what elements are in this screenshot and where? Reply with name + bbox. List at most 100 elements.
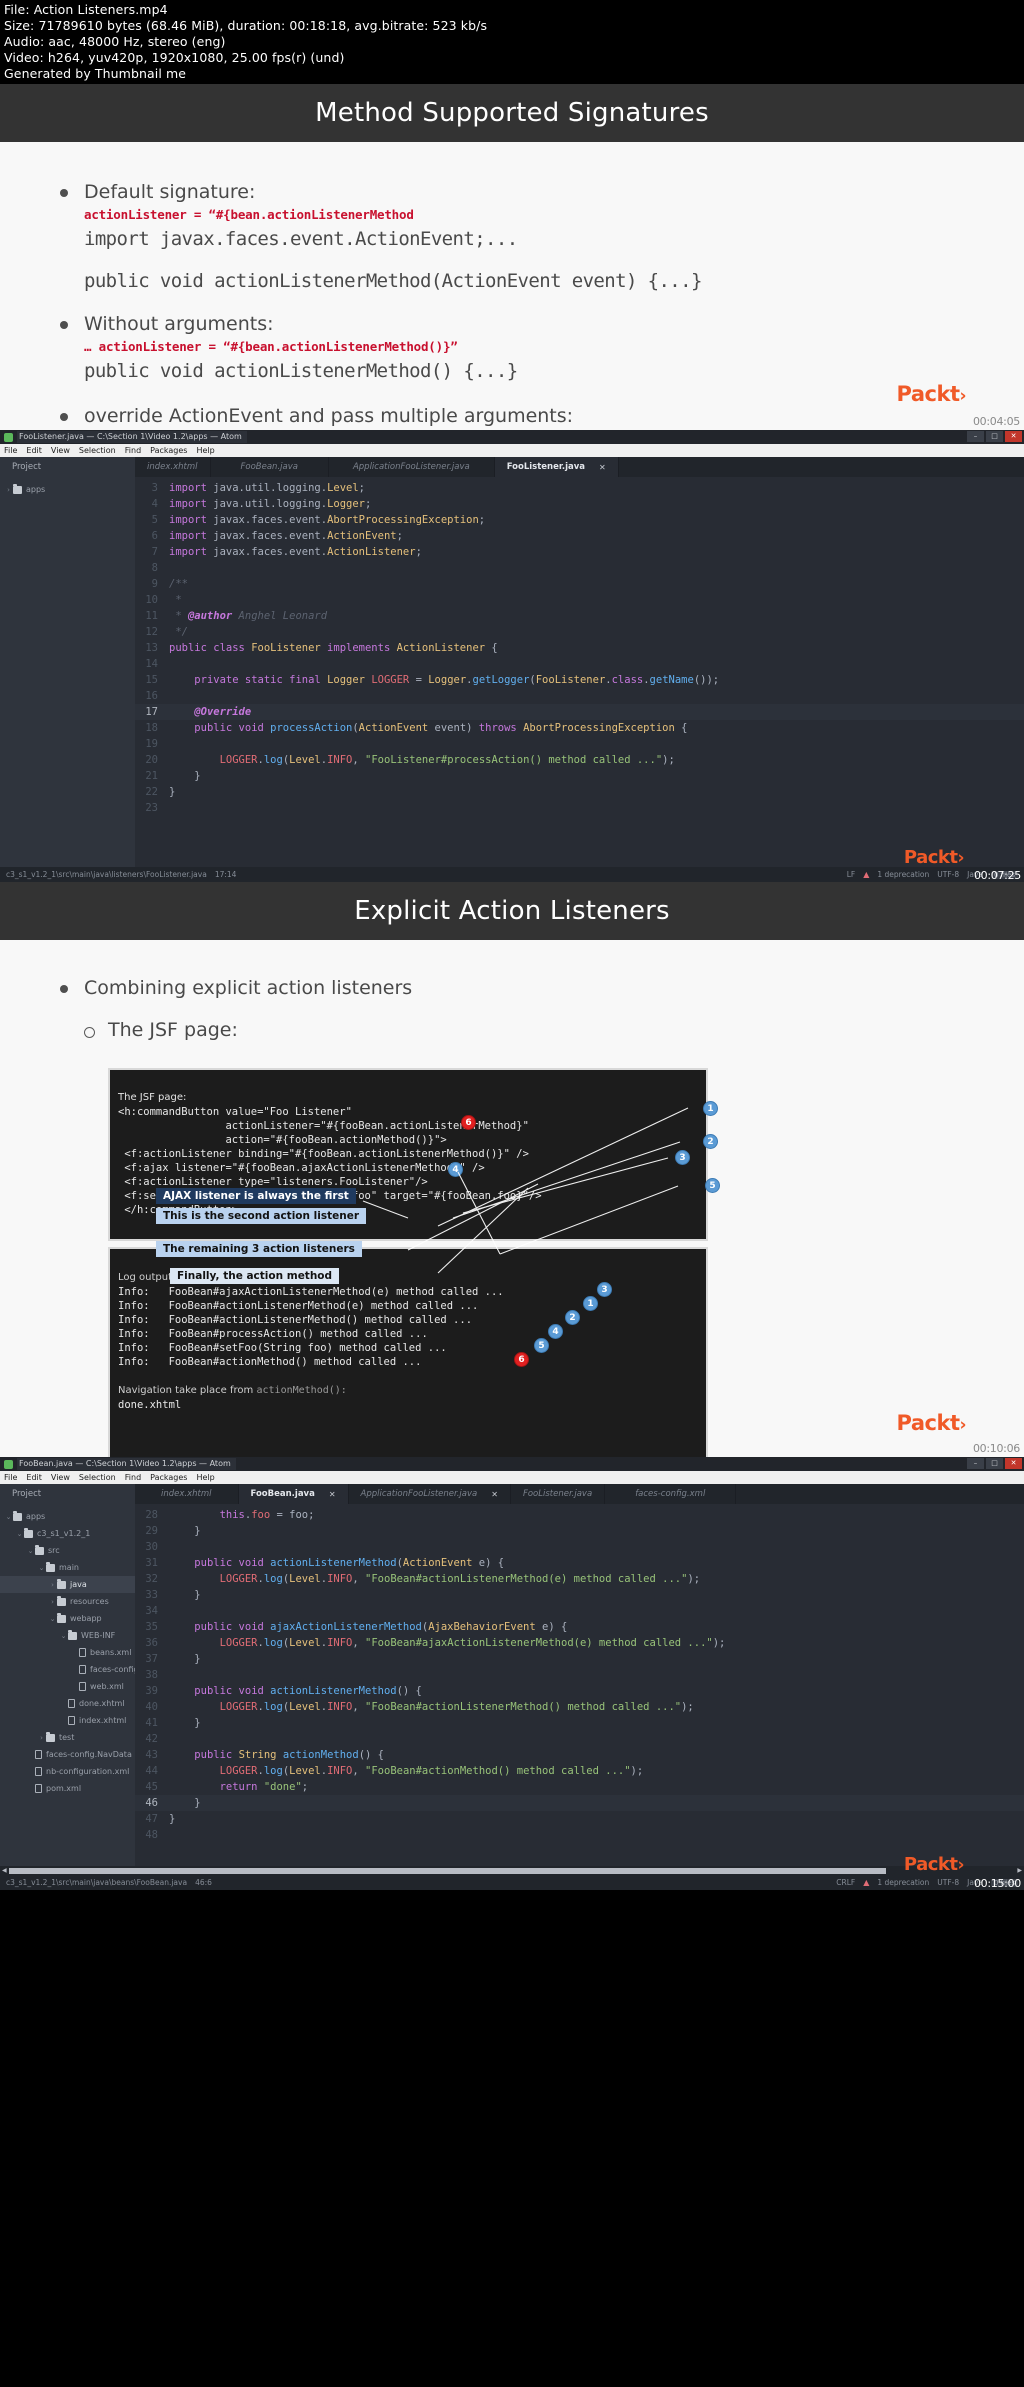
editor1-tab-applicationfoolistener-java[interactable]: ApplicationFooListener.java <box>329 457 495 477</box>
menu-packages[interactable]: Packages <box>150 1473 187 1482</box>
tree-item-index-xhtml[interactable]: index.xhtml <box>0 1712 135 1729</box>
line-number: 43 <box>145 1749 158 1761</box>
status-cursor[interactable]: 46:6 <box>195 1878 212 1887</box>
menu-selection[interactable]: Selection <box>79 446 116 455</box>
chevron-right-icon[interactable]: › <box>37 1734 46 1742</box>
editor2-tab-foobean-java[interactable]: FooBean.java ✕ <box>238 1484 349 1504</box>
tree-item-apps[interactable]: ⌄ apps <box>0 1508 135 1525</box>
tree-item-faces-config-xml[interactable]: faces-config.xml <box>0 1661 156 1678</box>
maximize-button[interactable]: □ <box>986 431 1003 442</box>
jsf-badge-2: 2 <box>703 1134 718 1149</box>
chevron-down-icon[interactable]: ⌄ <box>15 1530 24 1538</box>
menu-help[interactable]: Help <box>196 446 214 455</box>
tree-item-beans-xml[interactable]: beans.xml <box>0 1644 135 1661</box>
line-number: 33 <box>145 1589 158 1601</box>
menu-view[interactable]: View <box>51 1473 70 1482</box>
menu-file[interactable]: File <box>4 446 17 455</box>
editor2-tab-applicationfoolistener-java[interactable]: ApplicationFooListener.java ✕ <box>349 1484 511 1504</box>
editor1-tab-index-xhtml[interactable]: index.xhtml <box>135 457 211 477</box>
menu-selection[interactable]: Selection <box>79 1473 116 1482</box>
chevron-down-icon[interactable]: ⌄ <box>59 1632 68 1640</box>
scroll-left-arrow-icon[interactable]: ◀ <box>2 1867 7 1874</box>
log-line-6: Info: FooBean#actionMethod() method call… <box>118 1356 421 1368</box>
tree-item-webapp[interactable]: ⌄ webapp <box>0 1610 135 1627</box>
menu-help[interactable]: Help <box>196 1473 214 1482</box>
tree-item-nb-configuration-xml[interactable]: nb-configuration.xml <box>0 1763 135 1780</box>
jsf-code-line-5: <f:ajax listener="#{fooBean.ajaxActionLi… <box>118 1162 485 1174</box>
chevron-right-icon[interactable]: › <box>48 1598 57 1606</box>
status-deprecation[interactable]: 1 deprecation <box>877 1878 929 1887</box>
status-deprecation[interactable]: 1 deprecation <box>877 870 929 879</box>
code-text: LOGGER.log(Level.INFO, "FooBean#ajaxActi… <box>219 1637 726 1649</box>
line-number: 14 <box>145 658 158 670</box>
menu-edit[interactable]: Edit <box>26 1473 42 1482</box>
tab-close-icon[interactable]: ✕ <box>329 1490 336 1499</box>
line-number: 35 <box>145 1621 158 1633</box>
status-cursor[interactable]: 17:14 <box>215 870 237 879</box>
chevron-down-icon[interactable]: ⌄ <box>37 1564 46 1572</box>
packt-watermark-editor1: Packt› <box>904 847 965 868</box>
status-line-ending[interactable]: LF <box>847 870 856 879</box>
status-encoding[interactable]: UTF-8 <box>937 1878 959 1887</box>
menu-find[interactable]: Find <box>125 1473 141 1482</box>
editor2-tabbar: Project index.xhtml FooBean.java ✕ Appli… <box>0 1484 1024 1504</box>
editor2-window-buttons: – □ ✕ <box>967 1458 1022 1469</box>
tree-item-faces-config-navdata[interactable]: faces-config.NavData <box>0 1746 135 1763</box>
line-number: 44 <box>145 1765 158 1777</box>
chevron-right-icon[interactable]: › <box>4 486 13 494</box>
code-line: 48 <box>135 1827 1024 1843</box>
menu-packages[interactable]: Packages <box>150 446 187 455</box>
chevron-down-icon[interactable]: ⌄ <box>26 1547 35 1555</box>
minimize-button[interactable]: – <box>967 431 984 442</box>
slide-explicit-action-listeners: Explicit Action Listeners Combining expl… <box>0 882 1024 1521</box>
tree-item-done-xhtml[interactable]: done.xhtml <box>0 1695 135 1712</box>
tree-item-web-inf[interactable]: ⌄ WEB-INF <box>0 1627 135 1644</box>
tree-item-web-xml[interactable]: web.xml <box>0 1678 135 1695</box>
menu-find[interactable]: Find <box>125 446 141 455</box>
menu-edit[interactable]: Edit <box>26 446 42 455</box>
close-button[interactable]: ✕ <box>1005 431 1022 442</box>
meta-line-file: File: Action Listeners.mp4 <box>4 2 168 17</box>
tree-item-resources[interactable]: › resources <box>0 1593 135 1610</box>
editor2-tab-foolistener-java[interactable]: FooListener.java <box>511 1484 606 1504</box>
status-encoding[interactable]: UTF-8 <box>937 870 959 879</box>
code-line: 12 */ <box>135 624 1024 640</box>
editor1-code-area[interactable]: 3 import java.util.logging.Level; 4 import … <box>135 477 1024 867</box>
code-line: 28 this.foo = foo; <box>135 1507 1024 1523</box>
tab-close-icon[interactable]: ✕ <box>599 463 606 472</box>
code-text: LOGGER.log(Level.INFO, "FooListener#proc… <box>219 754 675 766</box>
maximize-button[interactable]: □ <box>986 1458 1003 1469</box>
code-text: } <box>169 770 201 782</box>
code-line: 5 import javax.faces.event.AbortProcessin… <box>135 512 1024 528</box>
jsf-code-line-4: <f:actionListener binding="#{fooBean.act… <box>118 1148 529 1160</box>
tree-item-test[interactable]: › test <box>0 1729 135 1746</box>
tab-close-icon[interactable]: ✕ <box>491 1490 498 1499</box>
tree-item-pom-xml[interactable]: pom.xml <box>0 1780 135 1797</box>
editor2-code-area[interactable]: 28 this.foo = foo; 29 } 30 31 public void a… <box>135 1504 1024 1866</box>
callout-remaining-three: The remaining 3 action listeners <box>156 1241 362 1257</box>
menu-file[interactable]: File <box>4 1473 17 1482</box>
menu-view[interactable]: View <box>51 446 70 455</box>
editor2-project-tree[interactable]: ⌄ apps ⌄ c3_s1_v1.2_1 ⌄ src ⌄ main › java › resourc… <box>0 1504 156 1866</box>
tree-item-main[interactable]: ⌄ main <box>0 1559 135 1576</box>
jsf-code-line-1: <h:commandButton value="Foo Listener" <box>118 1106 352 1118</box>
tree-item-c3-s1-v1-2-1[interactable]: ⌄ c3_s1_v1.2_1 <box>0 1525 135 1542</box>
tree-item-label: webapp <box>70 1614 102 1623</box>
editor2-horizontal-scrollbar[interactable]: ◀ ▶ <box>0 1866 1024 1875</box>
status-line-ending[interactable]: CRLF <box>836 1878 855 1887</box>
chevron-down-icon[interactable]: ⌄ <box>4 1513 13 1521</box>
minimize-button[interactable]: – <box>967 1458 984 1469</box>
scroll-right-arrow-icon[interactable]: ▶ <box>1017 1867 1022 1874</box>
editor2-tab-index-xhtml[interactable]: index.xhtml <box>135 1484 239 1504</box>
editor2-tab-faces-config-xml[interactable]: faces-config.xml <box>605 1484 737 1504</box>
tree-item-src[interactable]: ⌄ src <box>0 1542 135 1559</box>
editor1-tab-foobean-java[interactable]: FooBean.java <box>211 457 329 477</box>
chevron-right-icon[interactable]: › <box>48 1581 57 1589</box>
editor1-window-buttons: – □ ✕ <box>967 431 1022 442</box>
scrollbar-thumb[interactable] <box>8 1867 886 1874</box>
tree-item-java[interactable]: › java <box>0 1576 135 1593</box>
editor1-tab-foolistener-java[interactable]: FooListener.java ✕ <box>494 457 619 477</box>
tree-item-apps[interactable]: › apps <box>0 481 135 498</box>
close-button[interactable]: ✕ <box>1005 1458 1022 1469</box>
chevron-down-icon[interactable]: ⌄ <box>48 1615 57 1623</box>
